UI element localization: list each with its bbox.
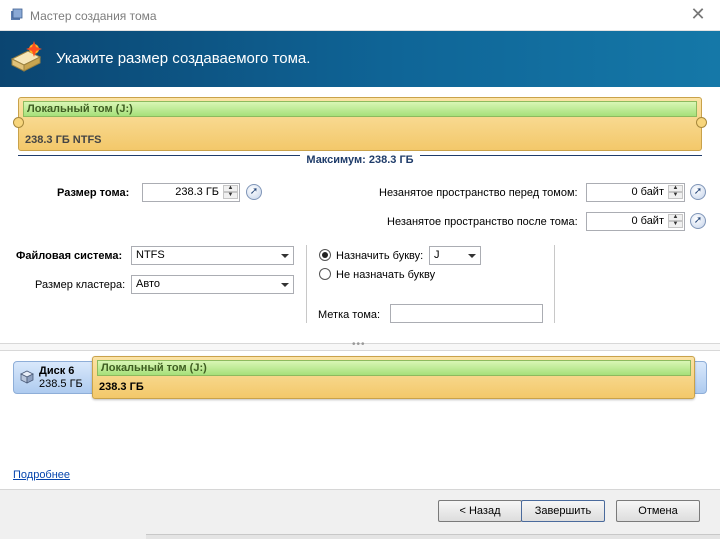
cluster-size-select[interactable]: Авто [131,275,294,294]
volume-label-label: Метка тома: [318,309,381,321]
grip-dots-icon: ••• [352,339,366,350]
spin-up-icon[interactable]: ▲ [668,185,683,192]
partition-bar-volume-name: Локальный том (J:) [23,101,697,117]
finish-button[interactable]: Завершить [521,500,605,522]
filesystem-value: NTFS [136,249,165,261]
free-after-apply-icon[interactable]: ➚ [690,213,706,229]
resize-handle-left[interactable] [13,117,24,128]
volume-label-input[interactable] [390,304,543,323]
volume-size-stepper[interactable]: 238.3 ГБ ▲ ▼ [142,183,240,202]
chevron-down-icon [281,254,289,258]
close-icon[interactable]: ✕ [690,5,706,23]
form-divider-left [306,245,307,323]
cancel-button[interactable]: Отмена [616,500,700,522]
wizard-app-icon [11,8,23,20]
volume-size-apply-icon[interactable]: ➚ [246,184,262,200]
no-letter-radio[interactable] [319,268,331,280]
free-before-spin-arrows[interactable]: ▲ ▼ [668,185,683,200]
no-letter-label[interactable]: Не назначать букву [336,269,435,281]
disk-size: 238.5 ГБ [39,378,83,390]
volume-size-label: Размер тома: [57,187,130,199]
new-volume-icon [10,41,42,72]
spin-down-icon[interactable]: ▼ [223,192,238,199]
chevron-down-icon [468,254,476,258]
free-after-spin-arrows[interactable]: ▲ ▼ [668,214,683,229]
volume-size-value: 238.3 ГБ [175,186,219,198]
cluster-size-label: Размер кластера: [35,279,126,291]
free-before-apply-icon[interactable]: ➚ [690,184,706,200]
free-before-stepper[interactable]: 0 байт ▲ ▼ [586,183,685,202]
spin-up-icon[interactable]: ▲ [223,185,238,192]
disk-map-volume[interactable]: Локальный том (J:) 238.3 ГБ [92,356,695,399]
bottom-strip [146,534,720,539]
filesystem-label: Файловая система: [16,250,123,262]
disk-map-volume-size: 238.3 ГБ [99,381,144,393]
form-divider-right [554,245,555,323]
free-before-label: Незанятое пространство перед томом: [379,187,578,199]
cluster-size-value: Авто [136,278,160,290]
header-title: Укажите размер создаваемого тома. [56,50,311,67]
maximum-size-label: Максимум: 238.3 ГБ [0,152,720,166]
disk-name: Диск 6 [39,365,75,377]
disk-icon [20,370,34,384]
filesystem-select[interactable]: NTFS [131,246,294,265]
resize-handle-right[interactable] [696,117,707,128]
free-after-stepper[interactable]: 0 байт ▲ ▼ [586,212,685,231]
partition-bar-volume-info: 238.3 ГБ NTFS [25,134,102,146]
drive-letter-value: J [434,249,440,261]
assign-letter-radio[interactable] [319,249,331,261]
free-after-value: 0 байт [631,215,664,227]
disk-map: Диск 6 238.5 ГБ Локальный том (J:) 238.3… [0,351,720,491]
volume-size-spin-arrows[interactable]: ▲ ▼ [223,185,238,200]
chevron-down-icon [281,283,289,287]
disk-map-volume-name: Локальный том (J:) [97,360,691,376]
partition-size-bar[interactable]: Локальный том (J:) 238.3 ГБ NTFS [13,97,707,151]
maximum-size-text: Максимум: 238.3 ГБ [300,154,420,166]
assign-letter-label[interactable]: Назначить букву: [336,250,423,262]
header-banner: Укажите размер создаваемого тома. [0,31,720,87]
free-before-value: 0 байт [631,186,664,198]
free-after-label: Незанятое пространство после тома: [387,216,578,228]
back-button[interactable]: < Назад [438,500,522,522]
spin-down-icon[interactable]: ▼ [668,192,683,199]
window-title: Мастер создания тома [30,9,157,23]
drive-letter-select[interactable]: J [429,246,481,265]
panel-splitter[interactable]: ••• [0,339,720,351]
more-details-link[interactable]: Подробнее [13,469,70,481]
title-bar: Мастер создания тома ✕ [0,0,720,31]
spin-down-icon[interactable]: ▼ [668,221,683,228]
spin-up-icon[interactable]: ▲ [668,214,683,221]
footer: < Назад Завершить Отмена [0,489,720,539]
